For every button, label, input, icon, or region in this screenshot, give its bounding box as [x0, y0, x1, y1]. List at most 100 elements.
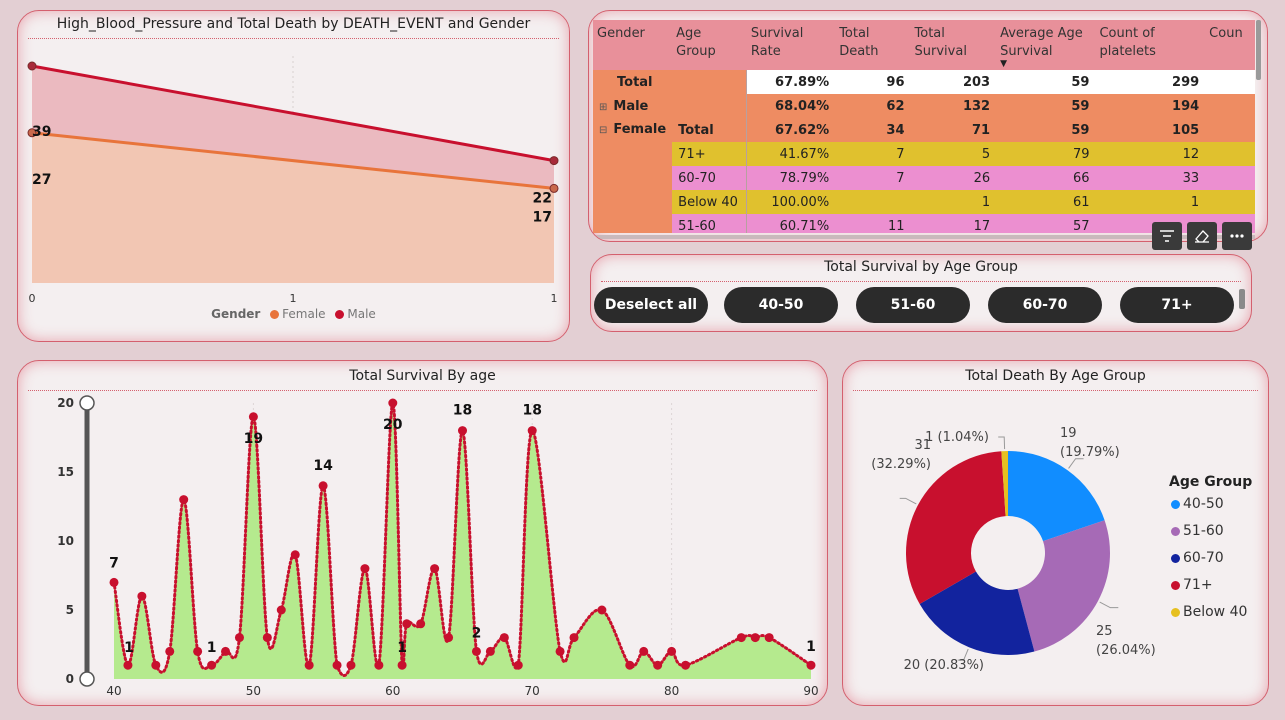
- row-count: [1205, 142, 1255, 166]
- female-survival-rate: 67.62%: [746, 118, 836, 142]
- legend-label: 40-50: [1183, 496, 1224, 512]
- age-group-slicer: Total Survival by Age Group Deselect all…: [590, 254, 1252, 332]
- slicer-button-71-plus[interactable]: 71+: [1120, 287, 1234, 323]
- survival-point: [374, 660, 384, 670]
- male-age-cell: [672, 94, 748, 118]
- bp-legend: Gender Female Male: [17, 307, 570, 321]
- more-options-button[interactable]: [1222, 222, 1252, 250]
- total-label: Total: [593, 70, 673, 94]
- legend-marker: [1171, 607, 1180, 617]
- survival-y-tick: 0: [66, 672, 74, 686]
- survival-point: [513, 660, 523, 670]
- survival-point: [248, 412, 258, 422]
- y-range-handle-top[interactable]: [79, 395, 95, 411]
- survival-point: [193, 646, 203, 656]
- survival-y-tick: 20: [57, 396, 74, 410]
- survival-x-tick: 80: [664, 684, 679, 698]
- table-row: 71+ 41.67% 7 5 79 12: [593, 142, 1255, 166]
- donut-data-label: 1 (1.04%): [925, 430, 989, 445]
- male-platelets: 194: [1095, 94, 1206, 118]
- header-survival-rate[interactable]: Survival Rate: [746, 20, 836, 70]
- survival-data-label: 1: [207, 640, 217, 656]
- legend-label: 71+: [1183, 577, 1213, 593]
- slicer-button-40-50[interactable]: 40-50: [724, 287, 838, 323]
- row-survival-rate: 60.71%: [746, 214, 836, 233]
- row-age-label: 71+: [672, 142, 748, 166]
- donut-data-label-pct: (19.79%): [1060, 445, 1120, 460]
- header-average-age-survival-label: Average Age Survival: [1000, 26, 1083, 59]
- header-gender[interactable]: Gender: [593, 20, 673, 70]
- eraser-button[interactable]: [1187, 222, 1217, 250]
- legend-item-60-70[interactable]: 60-70: [1169, 550, 1252, 577]
- row-count: [1205, 190, 1255, 214]
- male-death: 62: [835, 94, 911, 118]
- total-platelets: 299: [1095, 70, 1206, 94]
- header-total-survival[interactable]: Total Survival: [910, 20, 997, 70]
- bp-x-tick: 1: [290, 292, 297, 305]
- bp-legend-title: Gender: [211, 307, 261, 321]
- expand-icon[interactable]: ⊞: [599, 102, 607, 113]
- survival-y-tick: 5: [66, 603, 74, 617]
- header-age-group[interactable]: Age Group: [672, 20, 747, 70]
- header-count-of-platelets[interactable]: Count of platelets: [1095, 20, 1206, 70]
- row-death: 7: [835, 166, 911, 190]
- male-survival: 132: [910, 94, 997, 118]
- survival-point: [458, 426, 467, 436]
- survival-point: [402, 619, 412, 629]
- donut-data-label: 20 (20.83%): [904, 658, 984, 673]
- survival-point: [332, 660, 342, 670]
- legend-male-marker: [335, 310, 345, 319]
- survival-point: [444, 633, 454, 643]
- female-survival: 71: [910, 118, 997, 142]
- donut-slice-71-: [906, 451, 1006, 604]
- header-count[interactable]: Coun: [1205, 20, 1255, 70]
- filter-button[interactable]: [1152, 222, 1182, 250]
- row-survival-rate: 41.67%: [746, 142, 836, 166]
- y-range-handle-bottom[interactable]: [79, 671, 95, 687]
- female-label-cell[interactable]: ⊟ Female: [593, 118, 673, 233]
- sort-desc-icon: ▼: [1000, 59, 1008, 69]
- row-age-label: Below 40: [672, 190, 748, 214]
- survival-point: [625, 660, 635, 670]
- slicer-scrollbar[interactable]: [1239, 289, 1245, 309]
- survival-x-tick: 90: [803, 684, 818, 698]
- matrix-scroll-area[interactable]: Gender Age Group Survival Rate Total Dea…: [593, 20, 1255, 233]
- female-platelets: 105: [1095, 118, 1206, 142]
- legend-item-71-plus[interactable]: 71+: [1169, 577, 1252, 604]
- survival-point: [290, 550, 300, 560]
- header-average-age-survival[interactable]: Average Age Survival ▼: [996, 20, 1096, 70]
- survival-point: [346, 660, 356, 670]
- survival-point: [397, 660, 407, 670]
- male-label-cell[interactable]: ⊞ Male: [593, 94, 673, 118]
- deselect-all-button[interactable]: Deselect all: [594, 287, 708, 323]
- matrix-header-row: Gender Age Group Survival Rate Total Dea…: [593, 20, 1255, 70]
- slicer-title: Total Survival by Age Group: [824, 259, 1018, 275]
- survival-data-label: 1: [397, 640, 407, 656]
- survival-point: [653, 660, 663, 670]
- row-death: 7: [835, 142, 911, 166]
- total-average-age: 59: [996, 70, 1096, 94]
- vertical-scrollbar[interactable]: [1256, 20, 1261, 80]
- survival-point: [360, 564, 370, 574]
- bp-chart: 39 22 27 17 0 1 1: [27, 56, 559, 305]
- total-age-cell: [672, 70, 748, 94]
- survival-point: [639, 646, 649, 656]
- male-survival-rate: 68.04%: [746, 94, 836, 118]
- row-survival: 26: [910, 166, 997, 190]
- female-group-label: Total: [672, 118, 748, 142]
- legend-item-below-40[interactable]: Below 40: [1169, 604, 1252, 631]
- row-average-age: 57: [996, 214, 1096, 233]
- legend-label: 51-60: [1183, 523, 1224, 539]
- slicer-button-51-60[interactable]: 51-60: [856, 287, 970, 323]
- donut-data-label-pct: (32.29%): [871, 457, 931, 472]
- slicer-button-60-70[interactable]: 60-70: [988, 287, 1102, 323]
- survival-x-tick: 40: [106, 684, 121, 698]
- collapse-icon[interactable]: ⊟: [599, 125, 607, 136]
- donut-legend-title: Age Group: [1169, 474, 1253, 490]
- survival-data-label: 20: [383, 417, 403, 433]
- header-total-death[interactable]: Total Death: [835, 20, 911, 70]
- survival-point: [234, 633, 244, 643]
- legend-item-40-50[interactable]: 40-50: [1169, 496, 1252, 523]
- legend-item-51-60[interactable]: 51-60: [1169, 523, 1252, 550]
- survival-point: [430, 564, 440, 574]
